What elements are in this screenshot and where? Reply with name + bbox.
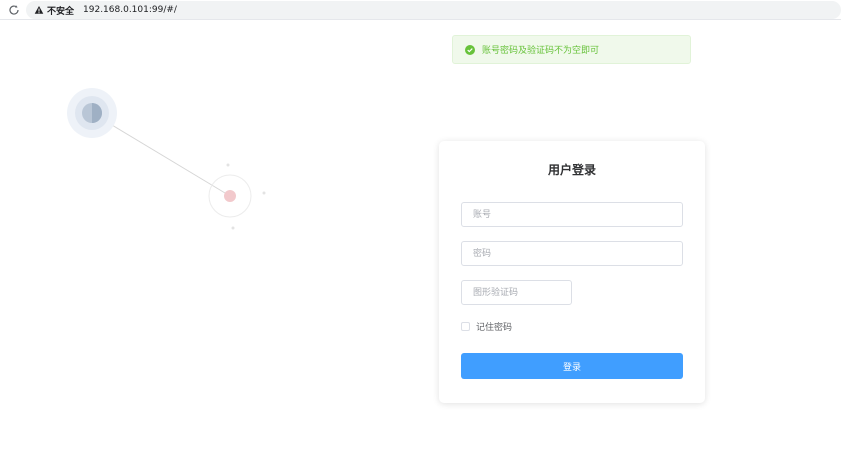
success-toast: 账号密码及验证码不为空即可 — [452, 35, 691, 64]
check-circle-icon — [465, 44, 475, 55]
decorative-graphic — [67, 88, 266, 230]
toast-message: 账号密码及验证码不为空即可 — [482, 46, 600, 56]
account-input[interactable] — [461, 202, 683, 227]
remember-label: 记住密码 — [476, 323, 513, 333]
remember-checkbox[interactable] — [461, 322, 470, 331]
target-dot — [224, 190, 236, 202]
login-button[interactable]: 登录 — [461, 353, 683, 379]
login-card: 用户登录 记住密码 登录 — [439, 141, 705, 403]
remember-password[interactable]: 记住密码 — [461, 320, 512, 333]
password-input[interactable] — [461, 241, 683, 266]
captcha-input[interactable] — [461, 280, 572, 305]
login-title: 用户登录 — [547, 163, 596, 177]
